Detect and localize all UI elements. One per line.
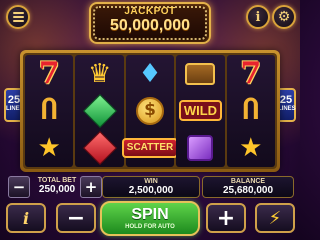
win-value: 2,500,000 [128, 185, 174, 196]
horseshoe-symbol: Ⴖ [242, 95, 260, 126]
reel-5: 7 Ⴖ ★ [226, 55, 276, 167]
star-symbol: ★ [37, 133, 61, 164]
turbo-button[interactable]: ⚡ [255, 203, 295, 233]
coin-icon: $ [136, 96, 165, 125]
reel-4: WILD [176, 55, 225, 167]
reel-2: ♛ [75, 55, 124, 167]
treasure-chest-symbol [182, 57, 218, 91]
scatter-text: SCATTER [121, 138, 179, 159]
paytable-button[interactable]: i [6, 203, 46, 233]
wild-symbol: WILD [178, 94, 223, 128]
reel-1: 7 Ⴖ ★ [25, 55, 74, 167]
win-label: WIN [144, 178, 158, 185]
total-bet-label: TOTAL BET [37, 177, 77, 184]
jackpot-label: JACKPOT [124, 6, 176, 17]
info-icon: i [255, 9, 261, 25]
bet-decrease-button[interactable]: − [8, 176, 30, 198]
crown-symbol: ♛ [87, 58, 112, 89]
reels-grid: 7 Ⴖ ★ ♛ ♦ $ SCATTER WILD 7 Ⴖ ★ [23, 53, 277, 169]
total-bet-panel: TOTAL BET 250,000 [34, 176, 80, 198]
reels-frame: 7 Ⴖ ★ ♛ ♦ $ SCATTER WILD 7 Ⴖ ★ [20, 50, 280, 172]
gear-icon: ⚙ [277, 9, 291, 25]
jackpot-value: 50,000,000 [109, 17, 191, 34]
star-symbol: ★ [239, 133, 263, 164]
coin-symbol: $ [132, 94, 168, 128]
bet-increase-button[interactable]: + [80, 176, 102, 198]
reel-3: ♦ $ SCATTER [121, 55, 179, 167]
ruby-symbol [82, 131, 118, 166]
balance-value: 25,680,000 [222, 185, 274, 196]
jackpot-panel: JACKPOT 50,000,000 [89, 2, 211, 44]
balance-label: BALANCE [230, 178, 266, 185]
horseshoe-symbol: Ⴖ [41, 95, 58, 126]
spin-button[interactable]: SPIN HOLD FOR AUTO [100, 201, 200, 236]
diamond-symbol: ♦ [138, 58, 162, 89]
total-bet-value: 250,000 [38, 184, 76, 195]
info-icon: i [22, 208, 30, 228]
info-button[interactable]: i [246, 5, 270, 29]
seven-symbol: 7 [38, 55, 60, 91]
settings-button[interactable]: ⚙ [272, 5, 296, 29]
spin-label: SPIN [131, 206, 169, 223]
seven-symbol: 7 [240, 55, 262, 91]
menu-button[interactable] [6, 5, 30, 29]
lines-label: LINES [278, 106, 296, 112]
win-panel: WIN 2,500,000 [102, 176, 200, 198]
amethyst-symbol [182, 131, 218, 165]
lines-count: 25 [279, 94, 293, 106]
spin-sublabel: HOLD FOR AUTO [125, 224, 175, 230]
decrease-bet-button[interactable]: − [56, 203, 96, 233]
hamburger-icon [12, 10, 24, 24]
wild-text: WILD [178, 100, 223, 122]
lightning-icon: ⚡ [268, 207, 282, 229]
increase-bet-button[interactable]: + [206, 203, 246, 233]
scatter-symbol: SCATTER [121, 131, 179, 165]
balance-panel: BALANCE 25,680,000 [202, 176, 294, 198]
emerald-symbol [82, 94, 118, 128]
